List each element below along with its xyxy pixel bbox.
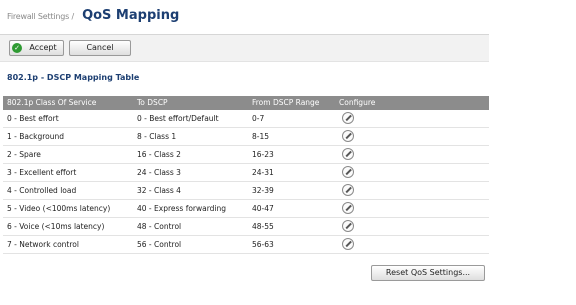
cos-cell: 1 - Background	[7, 132, 64, 141]
cos-cell: 4 - Controlled load	[7, 186, 77, 195]
cos-cell: 6 - Voice (<10ms latency)	[7, 222, 105, 231]
range-cell: 8-15	[252, 132, 270, 141]
to-dscp-cell: 0 - Best effort/Default	[137, 114, 219, 123]
column-header-cos: 802.1p Class Of Service	[7, 98, 97, 107]
pencil-edit-icon[interactable]	[342, 238, 354, 250]
table-row: 3 - Excellent effort 24 - Class 3 24-31	[3, 164, 489, 182]
pencil-edit-icon[interactable]	[342, 166, 354, 178]
pencil-edit-icon[interactable]	[342, 184, 354, 196]
to-dscp-cell: 8 - Class 1	[137, 132, 177, 141]
cos-cell: 2 - Spare	[7, 150, 41, 159]
column-header-range: From DSCP Range	[252, 98, 320, 107]
range-cell: 0-7	[252, 114, 265, 123]
range-cell: 16-23	[252, 150, 274, 159]
dscp-mapping-table: 802.1p Class Of Service To DSCP From DSC…	[3, 96, 489, 254]
column-header-to-dscp: To DSCP	[137, 98, 168, 107]
range-cell: 56-63	[252, 240, 274, 249]
table-row: 2 - Spare 16 - Class 2 16-23	[3, 146, 489, 164]
accept-button[interactable]: ✓ Accept	[9, 40, 64, 56]
to-dscp-cell: 56 - Control	[137, 240, 182, 249]
cos-cell: 5 - Video (<100ms latency)	[7, 204, 111, 213]
cos-cell: 3 - Excellent effort	[7, 168, 77, 177]
section-title: 802.1p - DSCP Mapping Table	[7, 73, 140, 82]
table-header: 802.1p Class Of Service To DSCP From DSC…	[3, 96, 489, 110]
to-dscp-cell: 48 - Control	[137, 222, 182, 231]
to-dscp-cell: 24 - Class 3	[137, 168, 181, 177]
breadcrumb[interactable]: Firewall Settings /	[7, 12, 74, 21]
pencil-edit-icon[interactable]	[342, 130, 354, 142]
reset-qos-settings-button[interactable]: Reset QoS Settings...	[371, 265, 485, 281]
pencil-edit-icon[interactable]	[342, 220, 354, 232]
to-dscp-cell: 40 - Express forwarding	[137, 204, 227, 213]
table-row: 1 - Background 8 - Class 1 8-15	[3, 128, 489, 146]
cancel-button[interactable]: Cancel	[69, 40, 131, 56]
table-row: 7 - Network control 56 - Control 56-63	[3, 236, 489, 254]
cos-cell: 0 - Best effort	[7, 114, 59, 123]
to-dscp-cell: 16 - Class 2	[137, 150, 181, 159]
check-icon: ✓	[12, 43, 22, 53]
pencil-edit-icon[interactable]	[342, 202, 354, 214]
to-dscp-cell: 32 - Class 4	[137, 186, 181, 195]
pencil-edit-icon[interactable]	[342, 112, 354, 124]
range-cell: 40-47	[252, 204, 274, 213]
range-cell: 32-39	[252, 186, 274, 195]
table-row: 5 - Video (<100ms latency) 40 - Express …	[3, 200, 489, 218]
table-row: 6 - Voice (<10ms latency) 48 - Control 4…	[3, 218, 489, 236]
column-header-configure: Configure	[339, 98, 376, 107]
pencil-edit-icon[interactable]	[342, 148, 354, 160]
accept-button-label: Accept	[29, 43, 57, 52]
page-title: QoS Mapping	[82, 8, 180, 23]
range-cell: 24-31	[252, 168, 274, 177]
table-row: 0 - Best effort 0 - Best effort/Default …	[3, 110, 489, 128]
cos-cell: 7 - Network control	[7, 240, 79, 249]
page-header: Firewall Settings / QoS Mapping	[7, 4, 179, 24]
range-cell: 48-55	[252, 222, 274, 231]
table-row: 4 - Controlled load 32 - Class 4 32-39	[3, 182, 489, 200]
toolbar: ✓ Accept Cancel	[0, 34, 489, 62]
